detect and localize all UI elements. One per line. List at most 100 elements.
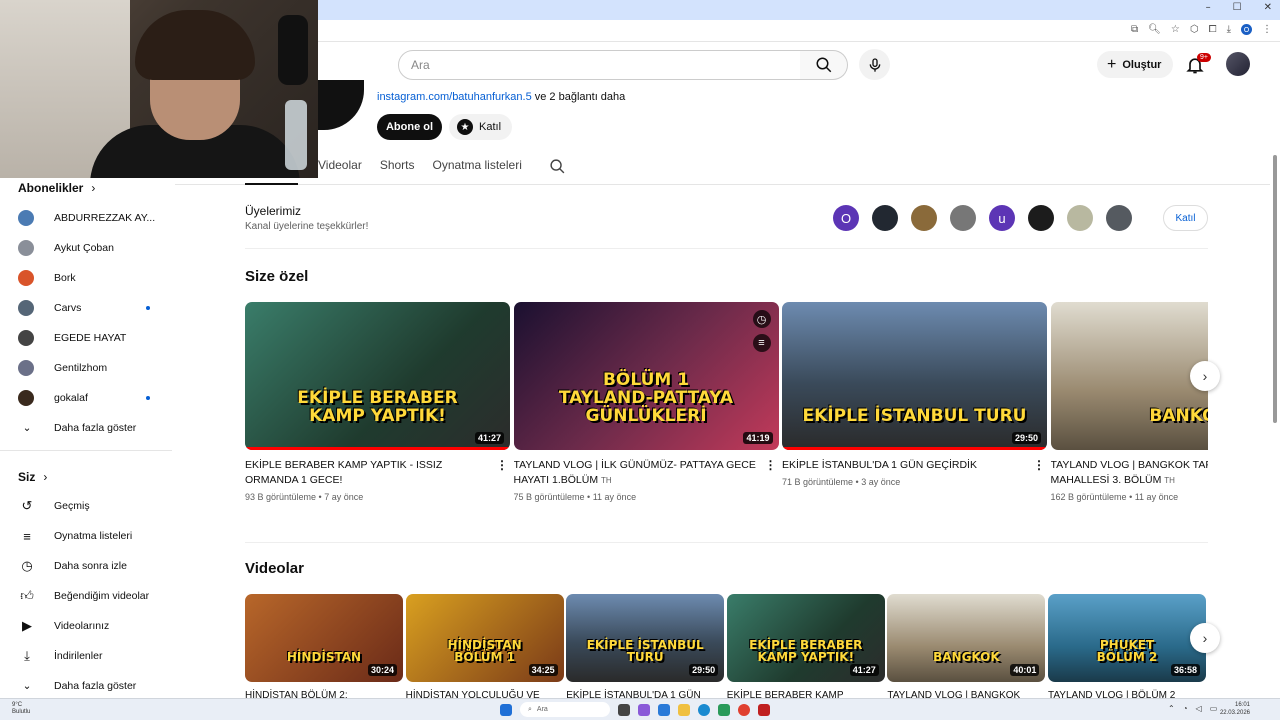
video-card[interactable]: PHUKET BÖLÜM 2 36:58 TAYLAND VLOG | BÖLÜM …	[1048, 594, 1206, 703]
search-button[interactable]	[800, 50, 848, 80]
video-thumbnail[interactable]: EKİPLE BERABER KAMP YAPTIK! 41:27	[245, 302, 510, 450]
member-avatar[interactable]	[1028, 205, 1054, 231]
search-input[interactable]: Ara	[398, 50, 801, 80]
task-view-icon[interactable]	[618, 703, 630, 716]
video-thumbnail[interactable]: BANGKOK 40:01	[887, 594, 1046, 682]
video-title[interactable]: TAYLAND VLOG | İLK GÜNÜMÜZ- PATTAYA GECE…	[514, 458, 759, 488]
tab-playlists[interactable]: Oynatma listeleri	[433, 158, 522, 172]
start-icon[interactable]	[500, 703, 512, 716]
battery-icon[interactable]: ▭	[1210, 704, 1218, 713]
video-card[interactable]: BANGKOK 40:01 TAYLAND VLOG | BANGKOK	[887, 594, 1046, 703]
more-options-icon[interactable]: ⋮	[765, 458, 777, 472]
join-button[interactable]: ★ Katıl	[449, 114, 512, 140]
sidebar-you-item[interactable]: ↺ Geçmiş	[18, 496, 168, 516]
weather-widget[interactable]: 9°C Bulutlu	[12, 702, 30, 716]
voice-search-button[interactable]	[859, 49, 890, 80]
member-avatar[interactable]	[950, 205, 976, 231]
member-avatar[interactable]	[911, 205, 937, 231]
add-to-queue-icon[interactable]: ≡	[752, 334, 771, 352]
videos-next-button[interactable]: ›	[1190, 623, 1220, 653]
member-avatar[interactable]	[1067, 205, 1093, 231]
duration-badge: 41:27	[474, 432, 504, 444]
video-thumbnail[interactable]: EKİPLE İSTANBUL TURU 29:50	[566, 594, 725, 682]
video-thumbnail[interactable]: HİNDİSTAN 30:24	[245, 594, 403, 682]
show-more-you[interactable]: ⌄ Daha fazla göster	[18, 676, 168, 696]
puzzle-icon[interactable]: ⧠	[1209, 24, 1217, 35]
subscriptions-header[interactable]: Abonelikler ›	[18, 181, 95, 195]
member-avatar[interactable]: O	[833, 205, 859, 231]
video-card[interactable]: BANKO TAYLAND VLOG | BANGKOK TAPINAK MAHA…	[1050, 302, 1208, 502]
chrome-icon[interactable]	[738, 703, 750, 716]
create-button[interactable]: + Oluştur	[1097, 51, 1173, 78]
sidebar-subscription-item[interactable]: Aykut Çoban	[18, 238, 168, 258]
video-card[interactable]: EKİPLE İSTANBUL TURU 29:50 EKİPLE İSTANBUL…	[782, 302, 1047, 487]
you-header-label: Siz	[18, 470, 36, 484]
sidebar-subscription-item[interactable]: Carvs	[18, 298, 168, 318]
video-card[interactable]: EKİPLE İSTANBUL TURU 29:50 EKİPLE İSTANBUL…	[566, 594, 725, 703]
sidebar-subscription-item[interactable]: EGEDE HAYAT	[18, 328, 168, 348]
mail-icon[interactable]	[658, 703, 670, 716]
copilot-icon[interactable]	[638, 703, 650, 716]
sidebar-subscription-item[interactable]: ABDURREZZAK AY...	[18, 208, 168, 228]
account-avatar[interactable]	[1226, 52, 1250, 76]
store-icon[interactable]	[718, 703, 730, 716]
sidebar-subscription-item[interactable]: Gentilzhom	[18, 358, 168, 378]
video-thumbnail[interactable]: PHUKET BÖLÜM 2 36:58	[1048, 594, 1206, 682]
cast-icon[interactable]: ⧉	[1131, 24, 1138, 35]
video-card[interactable]: EKİPLE BERABER KAMP YAPTIK! 41:27 EKİPLE B…	[726, 594, 885, 703]
member-avatar[interactable]	[1106, 205, 1132, 231]
sidebar-you-item[interactable]: ≡ Oynatma listeleri	[18, 526, 168, 546]
sidebar-you-item[interactable]: ▶ Videolarınız	[18, 616, 168, 636]
tab-shorts[interactable]: Shorts	[380, 158, 415, 172]
more-options-icon[interactable]: ⋮	[1033, 458, 1045, 472]
channel-search-icon[interactable]	[549, 158, 566, 175]
download-toolbar-icon[interactable]: ⤓	[1227, 24, 1231, 35]
you-header[interactable]: Siz ›	[18, 470, 47, 484]
members-join-button[interactable]: Katıl	[1163, 205, 1208, 231]
video-card[interactable]: HİNDİSTAN BÖLÜM 1 34:25 HİNDİSTAN YOLCULUĞ…	[405, 594, 564, 703]
edge-icon[interactable]	[698, 703, 710, 716]
tab-videos[interactable]: Videolar	[318, 158, 362, 172]
extension-icon[interactable]: ⬡	[1190, 24, 1199, 35]
sidebar-you-item[interactable]: ⤓ İndirilenler	[18, 646, 168, 666]
sidebar-subscription-item[interactable]: Bork	[18, 268, 168, 288]
volume-icon[interactable]: ◁	[1196, 704, 1202, 713]
sidebar-you-item[interactable]: ◷ Daha sonra izle	[18, 556, 168, 576]
member-avatar[interactable]: u	[989, 205, 1015, 231]
for-you-next-button[interactable]: ›	[1190, 361, 1220, 391]
video-thumbnail[interactable]: EKİPLE BERABER KAMP YAPTIK! 41:27	[726, 594, 885, 682]
file-explorer-icon[interactable]	[678, 703, 690, 716]
video-thumbnail[interactable]: BÖLÜM 1 TAYLAND-PATTAYA GÜNLÜKLERİ 41:19 ◷…	[513, 302, 779, 450]
video-thumbnail[interactable]: HİNDİSTAN BÖLÜM 1 34:25	[405, 594, 564, 682]
maximize-button[interactable]: ☐	[1233, 2, 1242, 13]
show-more-subscriptions[interactable]: ⌄ Daha fazla göster	[18, 418, 168, 438]
member-avatar[interactable]	[872, 205, 898, 231]
wifi-icon[interactable]: ◔	[1183, 704, 1188, 713]
sidebar-subscription-item[interactable]: gokalaf	[18, 388, 168, 408]
page-scrollbar[interactable]	[1273, 155, 1277, 423]
instagram-link[interactable]: instagram.com/batuhanfurkan.5	[377, 91, 532, 103]
video-title[interactable]: EKİPLE BERABER KAMP YAPTIK - ISSIZ ORMAN…	[245, 458, 490, 488]
bookmark-star-icon[interactable]: ☆	[1171, 24, 1180, 35]
app-icon[interactable]	[758, 703, 770, 716]
subscribe-button[interactable]: Abone ol	[377, 114, 442, 140]
clock[interactable]: 16:01 22.03.2026	[1220, 701, 1250, 717]
watch-later-icon[interactable]: ◷	[752, 310, 771, 328]
video-card[interactable]: BÖLÜM 1 TAYLAND-PATTAYA GÜNLÜKLERİ 41:19 ◷…	[513, 302, 779, 502]
video-thumbnail[interactable]: BANKO	[1050, 302, 1208, 450]
close-window-button[interactable]: ✕	[1264, 2, 1272, 13]
video-thumbnail[interactable]: EKİPLE İSTANBUL TURU 29:50	[782, 302, 1047, 450]
sidebar-you-item[interactable]: 👍︎ Beğendiğim videolar	[18, 586, 168, 606]
chevron-up-icon[interactable]: ⌃	[1168, 704, 1175, 713]
video-title[interactable]: EKİPLE İSTANBUL'DA 1 GÜN GEÇİRDİK	[782, 458, 1027, 473]
browser-menu-icon[interactable]: ⋮	[1262, 24, 1272, 35]
more-options-icon[interactable]: ⋮	[496, 458, 508, 472]
video-card[interactable]: EKİPLE BERABER KAMP YAPTIK! 41:27 EKİPLE B…	[245, 302, 510, 502]
browser-profile-avatar[interactable]: O	[1241, 24, 1252, 35]
taskbar-search[interactable]: ⌕ Ara	[520, 702, 610, 717]
minimize-button[interactable]: –	[1206, 2, 1211, 13]
video-card[interactable]: HİNDİSTAN 30:24 HİNDİSTAN BÖLÜM 2:	[245, 594, 403, 703]
more-links[interactable]: ve 2 bağlantı daha	[532, 91, 626, 103]
video-title[interactable]: TAYLAND VLOG | BANGKOK TAPINAK MAHALLESİ…	[1051, 458, 1208, 488]
zoom-icon[interactable]: 🔍︎	[1148, 24, 1161, 35]
